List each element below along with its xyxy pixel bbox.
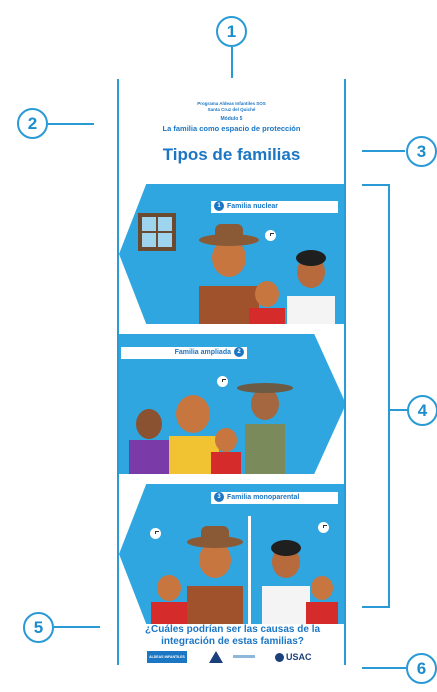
callout-6-line [362, 667, 406, 669]
logo-triangle [209, 651, 223, 663]
badge-3: 3 [214, 492, 224, 503]
callout-4-line [390, 409, 408, 411]
badge-1: 1 [214, 201, 224, 212]
question-text: ¿Cuáles podrían ser las causas de la int… [144, 624, 321, 647]
callout-4-bracket-top [362, 184, 390, 186]
org-name-line1: Programa Aldeas Infantiles SOS [197, 101, 266, 106]
family-ampliada-illustration [129, 383, 293, 474]
label-familia-monoparental: 3 Familia monoparental [211, 492, 338, 504]
module-number: Módulo 5 [220, 116, 243, 122]
logo-usac-seal [275, 653, 284, 663]
window-illustration [138, 213, 176, 251]
logo-usac-text: USAC [286, 652, 312, 662]
logo-usac: USAC [275, 651, 312, 663]
callout-4-bracket-bottom [362, 606, 390, 608]
callout-1: 1 [216, 16, 247, 47]
label-familia-nuclear-text: Familia nuclear [227, 203, 278, 210]
label-familia-monoparental-text: Familia monoparental [227, 494, 300, 501]
label-familia-nuclear: 1 Familia nuclear [211, 201, 338, 213]
callout-5-line [54, 626, 100, 628]
badge-2: 2 [234, 347, 244, 358]
callout-2-line [48, 123, 94, 125]
poster: Programa Aldeas Infantiles SOS Santa Cru… [117, 79, 346, 665]
label-familia-ampliada: Familia ampliada 2 [121, 347, 247, 359]
callout-5: 5 [23, 612, 54, 643]
panel-familia-monoparental [119, 484, 344, 624]
callout-3-line [362, 150, 405, 152]
logo-aldeas-sos: ALDEAS INFANTILES SOS [147, 651, 187, 663]
callout-1-line [231, 47, 233, 78]
family-monoparental-father-illustration [151, 526, 243, 624]
callout-4: 4 [407, 395, 437, 426]
org-name-line2: Santa Cruz del Quiché [207, 107, 256, 112]
callout-4-bracket-vertical [388, 184, 390, 608]
logo-aldeas-sos-text: ALDEAS INFANTILES SOS [149, 655, 185, 659]
family-monoparental-mother-illustration [262, 540, 338, 624]
logos-row: ALDEAS INFANTILES SOS USAC [119, 651, 344, 665]
label-familia-ampliada-text: Familia ampliada [174, 349, 231, 356]
logo-small-text [233, 655, 255, 658]
callout-3: 3 [406, 136, 437, 167]
callout-2: 2 [17, 108, 48, 139]
poster-title: Tipos de familias [162, 145, 301, 164]
callout-6: 6 [406, 653, 437, 684]
family-nuclear-illustration [199, 224, 335, 324]
module-title: La familia como espacio de protección [162, 124, 301, 133]
